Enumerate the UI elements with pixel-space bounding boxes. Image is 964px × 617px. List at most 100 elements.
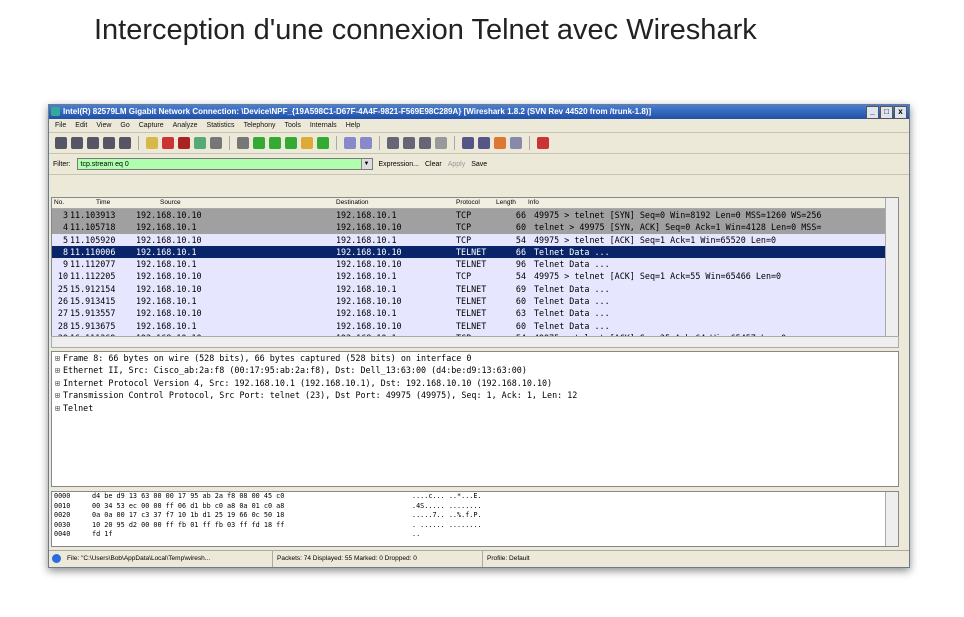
options-icon[interactable] xyxy=(71,137,83,149)
save-filter-button[interactable]: Save xyxy=(471,161,487,168)
expand-icon[interactable]: ⊞ xyxy=(55,364,63,376)
packet-row[interactable]: 28 15.913675 192.168.10.1 192.168.10.10 TELN… xyxy=(52,319,898,332)
column-header-protocol[interactable]: Protocol xyxy=(456,198,480,208)
reload-icon[interactable] xyxy=(194,137,206,149)
expression-button[interactable]: Expression... xyxy=(379,161,419,168)
goto-icon[interactable] xyxy=(285,137,297,149)
last-icon[interactable] xyxy=(317,137,329,149)
hex-ascii[interactable]: .....7.. ..%.f.P. xyxy=(412,511,482,521)
packet-cell-proto: TELNET xyxy=(456,320,487,331)
packet-cell-time: 15.913675 xyxy=(70,320,116,331)
preferences-icon[interactable] xyxy=(510,137,522,149)
menu-go[interactable]: Go xyxy=(120,119,129,132)
hex-bytes[interactable]: 10 20 95 d2 00 00 ff fb 01 ff fb 03 ff f… xyxy=(92,521,284,531)
minimize-button[interactable]: _ xyxy=(866,106,879,119)
apply-button[interactable]: Apply xyxy=(448,161,466,168)
column-header-source[interactable]: Source xyxy=(160,198,181,208)
detail-tree-item[interactable]: ⊞ Telnet xyxy=(52,402,898,414)
display-filter-input[interactable]: tcp.stream eq 0 ▼ xyxy=(76,158,373,170)
expand-icon[interactable]: ⊞ xyxy=(55,389,63,401)
autoscroll-icon[interactable] xyxy=(360,137,372,149)
menu-analyze[interactable]: Analyze xyxy=(173,119,198,132)
packet-row[interactable]: 25 15.912154 192.168.10.10 192.168.10.1 TELN… xyxy=(52,282,898,296)
menu-file[interactable]: File xyxy=(55,119,66,132)
column-header-time[interactable]: Time xyxy=(96,198,110,208)
resize-columns-icon[interactable] xyxy=(435,137,447,149)
packet-row[interactable]: 3 11.103913 192.168.10.10 192.168.10.1 TCP 66… xyxy=(52,209,898,222)
packet-row[interactable]: 5 11.105920 192.168.10.10 192.168.10.1 TCP 54… xyxy=(52,233,898,246)
detail-tree-item[interactable]: ⊞ Internet Protocol Version 4, Src: 192.1… xyxy=(52,377,898,389)
packet-cell-no: 9 xyxy=(62,259,68,270)
detail-tree-item[interactable]: ⊞ Transmission Control Protocol, Src Port… xyxy=(52,389,898,401)
menu-tools[interactable]: Tools xyxy=(284,119,300,132)
save-icon[interactable] xyxy=(162,137,174,149)
colorize-icon[interactable] xyxy=(344,137,356,149)
column-header-destination[interactable]: Destination xyxy=(336,198,369,208)
expand-icon[interactable]: ⊞ xyxy=(55,377,63,389)
menu-internals[interactable]: Internals xyxy=(310,119,337,132)
hex-bytes[interactable]: 00 34 53 ec 00 00 ff 06 d1 bb c0 a8 0a 0… xyxy=(92,502,284,512)
toolbar-separator xyxy=(336,136,337,150)
help-icon[interactable] xyxy=(537,137,549,149)
menu-bar: File Edit View Go Capture Analyze Statistics Te… xyxy=(49,119,909,133)
coloring-rules-icon[interactable] xyxy=(494,137,506,149)
zoom-in-icon[interactable] xyxy=(387,137,399,149)
menu-edit[interactable]: Edit xyxy=(75,119,87,132)
close-button[interactable]: x xyxy=(894,106,907,119)
packet-cell-source: 192.168.10.1 xyxy=(136,246,197,257)
chevron-down-icon[interactable]: ▼ xyxy=(360,159,372,169)
forward-icon[interactable] xyxy=(269,137,281,149)
hex-ascii[interactable]: .. xyxy=(412,530,420,540)
first-icon[interactable] xyxy=(301,137,313,149)
expand-icon[interactable]: ⊞ xyxy=(55,352,63,364)
interface-list-icon[interactable] xyxy=(55,137,67,149)
restart-icon[interactable] xyxy=(119,137,131,149)
menu-help[interactable]: Help xyxy=(346,119,360,132)
normal-size-icon[interactable] xyxy=(419,137,431,149)
packet-list-hscrollbar[interactable] xyxy=(51,336,899,348)
packet-row[interactable]: 4 11.105718 192.168.10.1 192.168.10.10 TCP 60… xyxy=(52,221,898,234)
detail-tree-item[interactable]: ⊞ Frame 8: 66 bytes on wire (528 bits), 6… xyxy=(52,352,898,364)
display-filters-icon[interactable] xyxy=(478,137,490,149)
column-header-no[interactable]: No. xyxy=(54,198,64,208)
back-icon[interactable] xyxy=(253,137,265,149)
hex-bytes[interactable]: fd 1f xyxy=(92,530,112,540)
start-icon[interactable] xyxy=(87,137,99,149)
packet-cell-no: 26 xyxy=(57,296,68,307)
hex-ascii[interactable]: . ...... ........ xyxy=(412,521,482,531)
find-icon[interactable] xyxy=(237,137,249,149)
packet-list-scrollbar[interactable] xyxy=(885,198,898,336)
window-titlebar[interactable]: Intel(R) 82579LM Gigabit Network Connect… xyxy=(49,105,909,119)
status-profile[interactable]: Profile: Default xyxy=(483,551,687,567)
stop-icon[interactable] xyxy=(103,137,115,149)
detail-tree-item[interactable]: ⊞ Ethernet II, Src: Cisco_ab:2a:f8 (00:17… xyxy=(52,364,898,376)
zoom-out-icon[interactable] xyxy=(403,137,415,149)
packet-row[interactable]: 8 11.110006 192.168.10.1 192.168.10.10 TELNE… xyxy=(52,245,898,259)
bytes-pane-scrollbar[interactable] xyxy=(885,492,898,546)
print-icon[interactable] xyxy=(210,137,222,149)
clear-button[interactable]: Clear xyxy=(425,161,442,168)
capture-filters-icon[interactable] xyxy=(462,137,474,149)
hex-bytes[interactable]: 0a 0a 00 17 c3 37 f7 10 1b d1 25 19 66 0… xyxy=(92,511,284,521)
hex-ascii[interactable]: .4S..... ........ xyxy=(412,502,482,512)
packet-row[interactable]: 26 15.913415 192.168.10.1 192.168.10.10 TELN… xyxy=(52,295,898,308)
column-header-info[interactable]: Info xyxy=(528,198,539,208)
menu-statistics[interactable]: Statistics xyxy=(207,119,235,132)
menu-telephony[interactable]: Telephony xyxy=(244,119,276,132)
expert-info-icon[interactable] xyxy=(52,554,61,563)
hex-ascii[interactable]: ....c... ..*...E. xyxy=(412,492,482,502)
maximize-button[interactable]: □ xyxy=(880,106,893,119)
menu-capture[interactable]: Capture xyxy=(139,119,164,132)
packet-row[interactable]: 10 11.112205 192.168.10.10 192.168.10.1 TCP 5… xyxy=(52,270,898,283)
hex-bytes[interactable]: d4 be d9 13 63 00 00 17 95 ab 2a f8 08 0… xyxy=(92,492,284,502)
packet-cell-proto: TCP xyxy=(456,210,472,220)
packet-row[interactable]: 9 11.112077 192.168.10.1 192.168.10.10 TELNE… xyxy=(52,258,898,271)
open-icon[interactable] xyxy=(146,137,158,149)
close-icon[interactable] xyxy=(178,137,190,149)
column-header-length[interactable]: Length xyxy=(496,198,516,208)
packet-cell-time: 15.913557 xyxy=(70,308,116,319)
expand-icon[interactable]: ⊞ xyxy=(55,402,63,414)
menu-view[interactable]: View xyxy=(96,119,111,132)
packet-cell-len: 54 xyxy=(515,234,526,245)
packet-row[interactable]: 27 15.913557 192.168.10.10 192.168.10.1 TELN… xyxy=(52,307,898,320)
